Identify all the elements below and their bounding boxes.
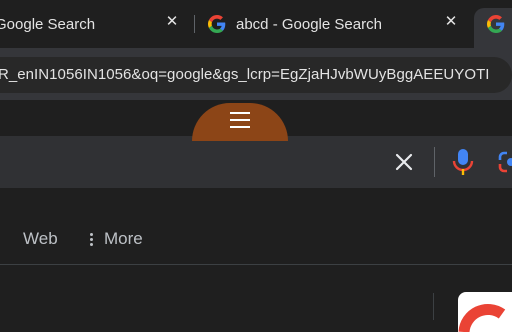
mic-icon[interactable] — [452, 148, 474, 176]
google-g-icon — [487, 15, 505, 33]
nav-tab-more[interactable]: More — [90, 229, 143, 249]
more-label: More — [104, 229, 143, 248]
column-divider — [433, 293, 434, 320]
hamburger-icon — [230, 112, 250, 114]
kebab-icon — [90, 231, 94, 248]
tab-active[interactable] — [474, 8, 512, 48]
google-logo-card[interactable] — [458, 292, 512, 332]
google-g-icon — [208, 15, 226, 33]
hamburger-icon-bar — [230, 126, 250, 128]
search-box[interactable] — [0, 136, 512, 188]
google-g-icon — [458, 303, 506, 332]
tab-abcd-google-search[interactable]: abcd - Google Search ✕ — [200, 8, 470, 48]
address-bar[interactable]: R_enIN1056IN1056&oq=google&gs_lcrp=EgZja… — [0, 57, 512, 93]
tab-close-button[interactable]: ✕ — [161, 11, 183, 33]
nav-divider — [0, 264, 512, 265]
tab-separator — [194, 15, 195, 33]
hamburger-icon-bar — [230, 119, 250, 121]
nav-tab-web[interactable]: Web — [23, 229, 58, 249]
tab-strip: Google Search ✕ abcd - Google Search ✕ — [0, 0, 512, 48]
close-icon[interactable] — [392, 150, 416, 174]
camera-lens-icon[interactable] — [496, 149, 512, 175]
tab-google-search[interactable]: Google Search ✕ — [0, 8, 190, 48]
browser-toolbar: R_enIN1056IN1056&oq=google&gs_lcrp=EgZja… — [0, 48, 512, 100]
tab-close-button[interactable]: ✕ — [440, 11, 462, 33]
tab-title: abcd - Google Search — [236, 16, 382, 33]
url-text[interactable]: R_enIN1056IN1056&oq=google&gs_lcrp=EgZja… — [0, 66, 490, 83]
search-divider — [434, 147, 435, 177]
tab-title: Google Search — [0, 16, 96, 33]
